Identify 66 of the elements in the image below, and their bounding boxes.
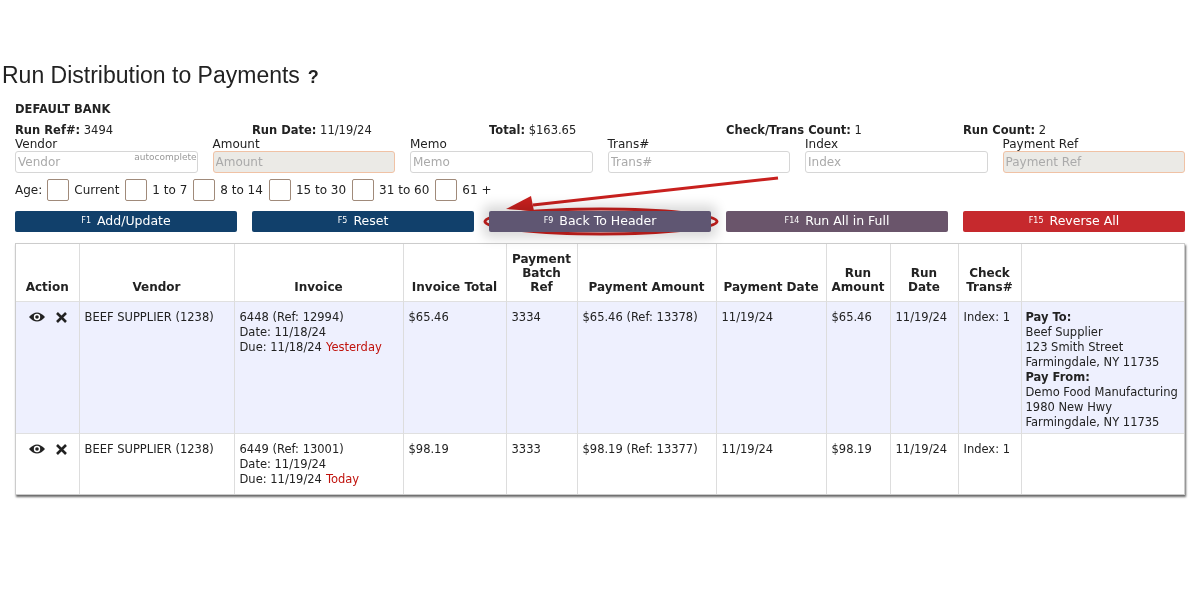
table-cell: 11/19/24 [716,433,826,494]
summary-item: Run Date: 11/19/24 [252,123,373,137]
autocomplete-hint: autocomplete [134,150,197,164]
age-label: Age: [15,181,43,199]
page-title: Run Distribution to Payments [2,61,300,90]
age-option-label: Current [74,181,120,199]
delete-icon[interactable] [55,311,67,323]
summary-item: Check/Trans Count: 1 [726,123,863,137]
age-option-label: 8 to 14 [220,181,263,199]
action-button[interactable]: F15 Reverse All [963,210,1185,232]
eye-icon[interactable] [27,443,46,456]
help-icon[interactable]: ? [307,63,319,91]
action-button[interactable]: F5 Reset [252,210,474,232]
due-status: Today [325,472,360,488]
due-date: Due: 11/19/24 [239,472,322,488]
age-option-label: 1 to 7 [152,181,188,199]
age-checkbox[interactable] [268,178,291,201]
age-option-label: 31 to 60 [379,181,430,199]
address-line: Beef Supplier [1025,325,1103,341]
eye-icon[interactable] [27,311,46,324]
field-label: Memo [410,136,447,151]
address-line: Farmingdale, NY 11735 [1025,355,1160,371]
summary-item: Total: $163.65 [489,123,578,137]
invoice-number: 6449 (Ref: 13001) [239,442,344,458]
field-label: Amount [212,136,260,151]
address-line: Demo Food Manufacturing [1025,385,1178,401]
field-label: Payment Ref [1002,136,1079,151]
age-checkbox[interactable] [193,178,216,201]
age-checkbox[interactable] [125,178,148,201]
input-field[interactable]: Trans# [607,150,790,173]
action-button[interactable]: F1 Add/Update [15,210,237,232]
table-cell: $98.19 [403,433,506,494]
age-option-label: 61 + [462,181,492,199]
address-line: 123 Smith Street [1025,340,1124,356]
bank-name: DEFAULT BANK [15,100,112,118]
field-label: Trans# [607,136,650,151]
address-heading: Pay To: [1025,310,1072,326]
age-option-label: 15 to 30 [295,181,347,199]
delete-icon[interactable] [55,443,67,455]
action-button[interactable]: F14 Run All in Full [726,210,948,232]
age-checkbox[interactable] [47,178,70,201]
table-cell: $98.19 (Ref: 13377) [577,433,716,494]
invoice-number: 6448 (Ref: 12994) [239,310,344,326]
table-cell: 11/19/24 [890,433,958,494]
table-row[interactable] [16,301,1184,434]
address-heading: Pay From: [1025,370,1090,386]
table-cell: $98.19 [826,433,890,494]
address-line: 1980 New Hwy [1025,400,1113,416]
age-checkbox[interactable] [435,178,458,201]
table-cell: BEEF SUPPLIER (1238) [79,433,234,494]
due-status: Yesterday [325,340,382,356]
due-date: Due: 11/18/24 [239,340,322,356]
invoice-date: Date: 11/19/24 [239,457,327,473]
address-line: Farmingdale, NY 11735 [1025,415,1160,431]
table-cell: 3333 [506,433,577,494]
input-field[interactable]: Memo [410,150,593,173]
table-cell: Index: 1 [958,433,1021,494]
action-button[interactable]: F9 Back To Header [489,210,711,232]
input-field[interactable]: Index [805,150,988,173]
summary-item: Run Ref#: 3494 [15,123,115,137]
summary-item: Run Count: 2 [963,123,1048,137]
field-label: Vendor [15,136,58,151]
field-label: Index [805,136,839,151]
age-checkbox[interactable] [352,178,375,201]
table-row[interactable]: BEEF SUPPLIER (1238) 6449 (Ref: 13001) Date: 11/19/24 Due: 11/19/24 Today $98.19 3333 $98.19 (Ref: 13377) 11/19/24 $98.19 11/19/24 Index: 1 [16,433,1184,494]
invoice-date: Date: 11/18/24 [239,325,327,341]
